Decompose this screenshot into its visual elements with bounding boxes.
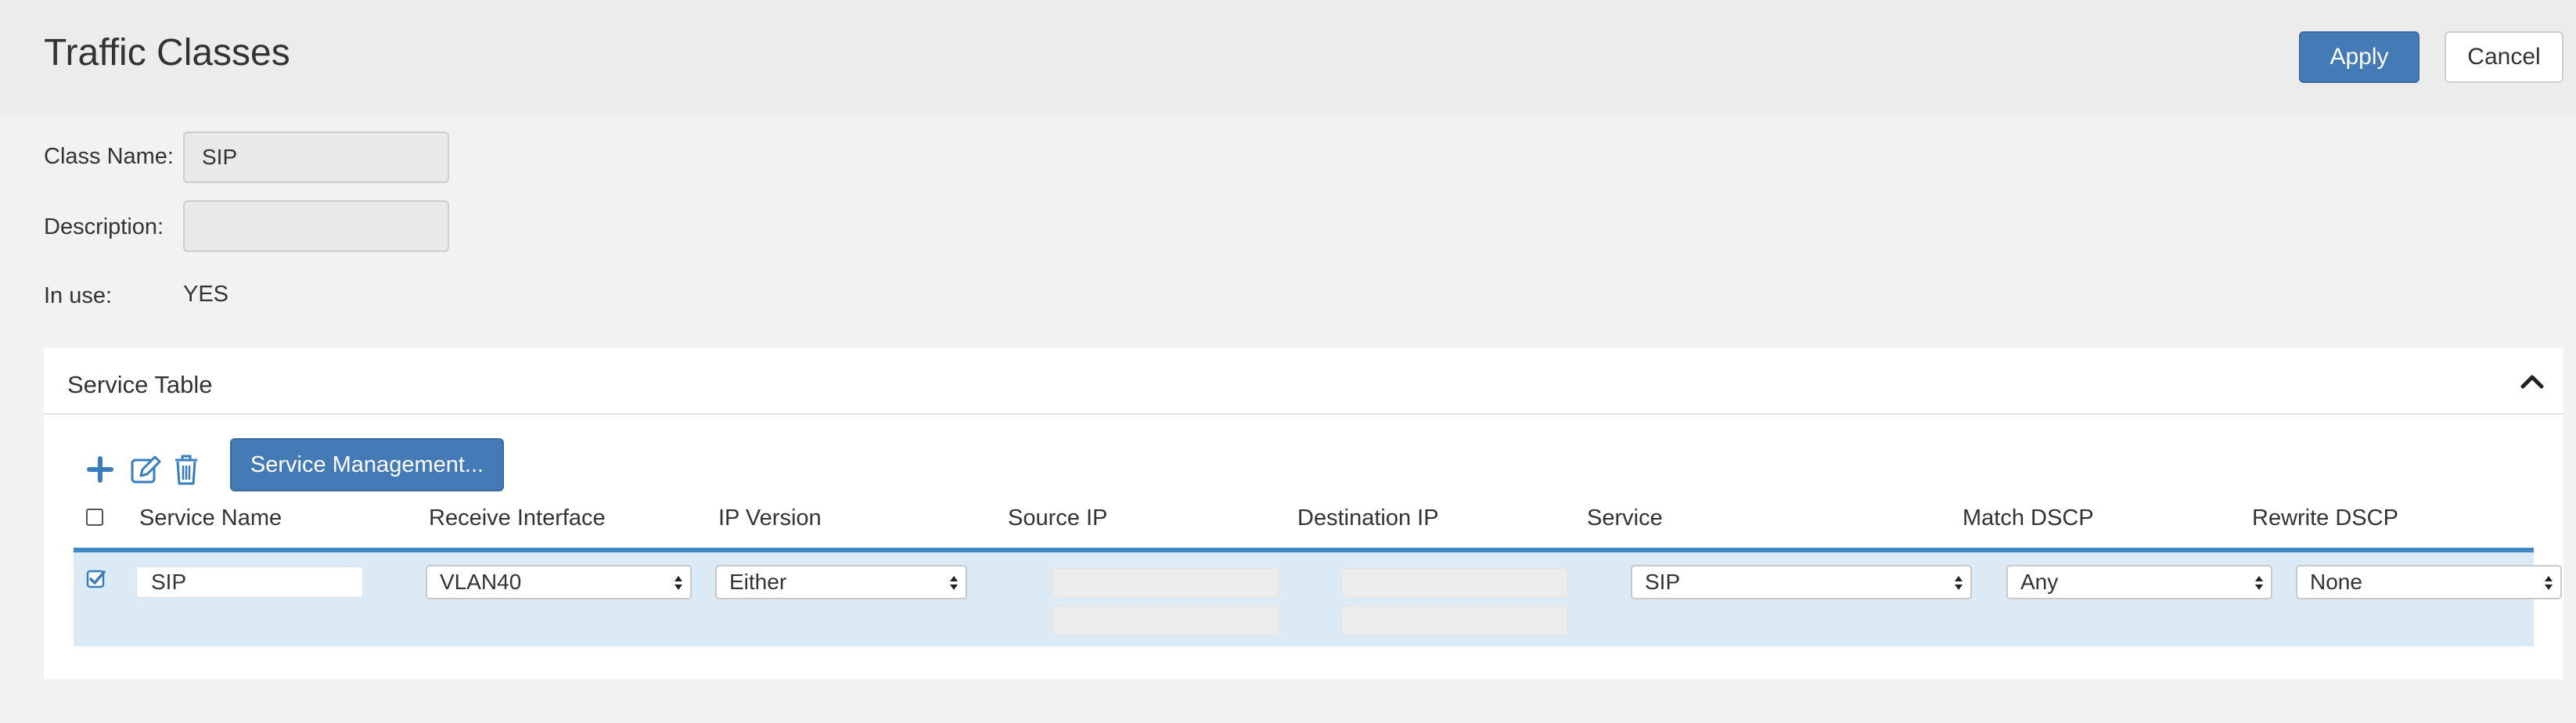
column-header-source-ip: Source IP bbox=[1008, 505, 1108, 531]
page-header: Traffic Classes Apply Cancel bbox=[0, 0, 2576, 116]
column-header-receive-interface: Receive Interface bbox=[429, 505, 606, 531]
source-ip-mask-input bbox=[1052, 606, 1279, 635]
select-all-checkbox[interactable] bbox=[86, 509, 103, 526]
select-arrows-icon bbox=[2255, 576, 2263, 590]
panel-divider bbox=[44, 413, 2563, 415]
column-header-rewrite-dscp: Rewrite DSCP bbox=[2252, 505, 2398, 531]
select-arrows-icon bbox=[2545, 576, 2553, 590]
column-header-ip-version: IP Version bbox=[718, 505, 822, 531]
select-arrows-icon bbox=[950, 576, 958, 590]
destination-ip-input bbox=[1341, 568, 1568, 598]
chevron-up-icon[interactable] bbox=[2517, 366, 2548, 397]
column-header-service-name: Service Name bbox=[139, 505, 282, 531]
service-management-button[interactable]: Service Management... bbox=[230, 438, 504, 491]
class-name-field[interactable]: SIP bbox=[183, 131, 449, 183]
edit-icon[interactable] bbox=[130, 452, 161, 487]
trash-icon[interactable] bbox=[171, 452, 202, 487]
service-select[interactable]: SIP bbox=[1631, 565, 1972, 599]
rewrite-dscp-value: None bbox=[2310, 570, 2362, 594]
receive-interface-select[interactable]: VLAN40 bbox=[426, 565, 692, 599]
destination-ip-mask-input bbox=[1341, 606, 1568, 635]
class-name-label: Class Name: bbox=[44, 144, 174, 169]
ip-version-value: Either bbox=[729, 570, 787, 594]
select-arrows-icon bbox=[1955, 576, 1963, 590]
column-header-destination-ip: Destination IP bbox=[1297, 505, 1439, 531]
cancel-button[interactable]: Cancel bbox=[2445, 31, 2563, 83]
service-name-input[interactable]: SIP bbox=[136, 567, 363, 598]
ip-version-select[interactable]: Either bbox=[715, 565, 967, 599]
service-value: SIP bbox=[1645, 570, 1681, 594]
match-dscp-select[interactable]: Any bbox=[2006, 565, 2272, 599]
rewrite-dscp-select[interactable]: None bbox=[2296, 565, 2562, 599]
match-dscp-value: Any bbox=[2020, 570, 2059, 594]
column-header-service: Service bbox=[1587, 505, 1663, 531]
service-table-panel: Service Table Service Management... Serv… bbox=[44, 347, 2563, 679]
page-title: Traffic Classes bbox=[44, 32, 290, 74]
plus-icon[interactable] bbox=[85, 452, 116, 487]
service-table-title: Service Table bbox=[67, 371, 213, 398]
column-header-match-dscp: Match DSCP bbox=[1963, 505, 2094, 531]
description-label: Description: bbox=[44, 214, 164, 239]
checkbox-checked-icon[interactable] bbox=[86, 568, 106, 588]
select-arrows-icon bbox=[675, 576, 682, 590]
in-use-value: YES bbox=[183, 282, 229, 307]
source-ip-input bbox=[1052, 568, 1279, 598]
receive-interface-value: VLAN40 bbox=[440, 570, 522, 594]
description-field[interactable] bbox=[183, 200, 449, 252]
in-use-label: In use: bbox=[44, 283, 113, 308]
apply-button[interactable]: Apply bbox=[2299, 31, 2419, 83]
table-row[interactable]: SIP VLAN40 Either SIP Any None bbox=[74, 552, 2562, 646]
